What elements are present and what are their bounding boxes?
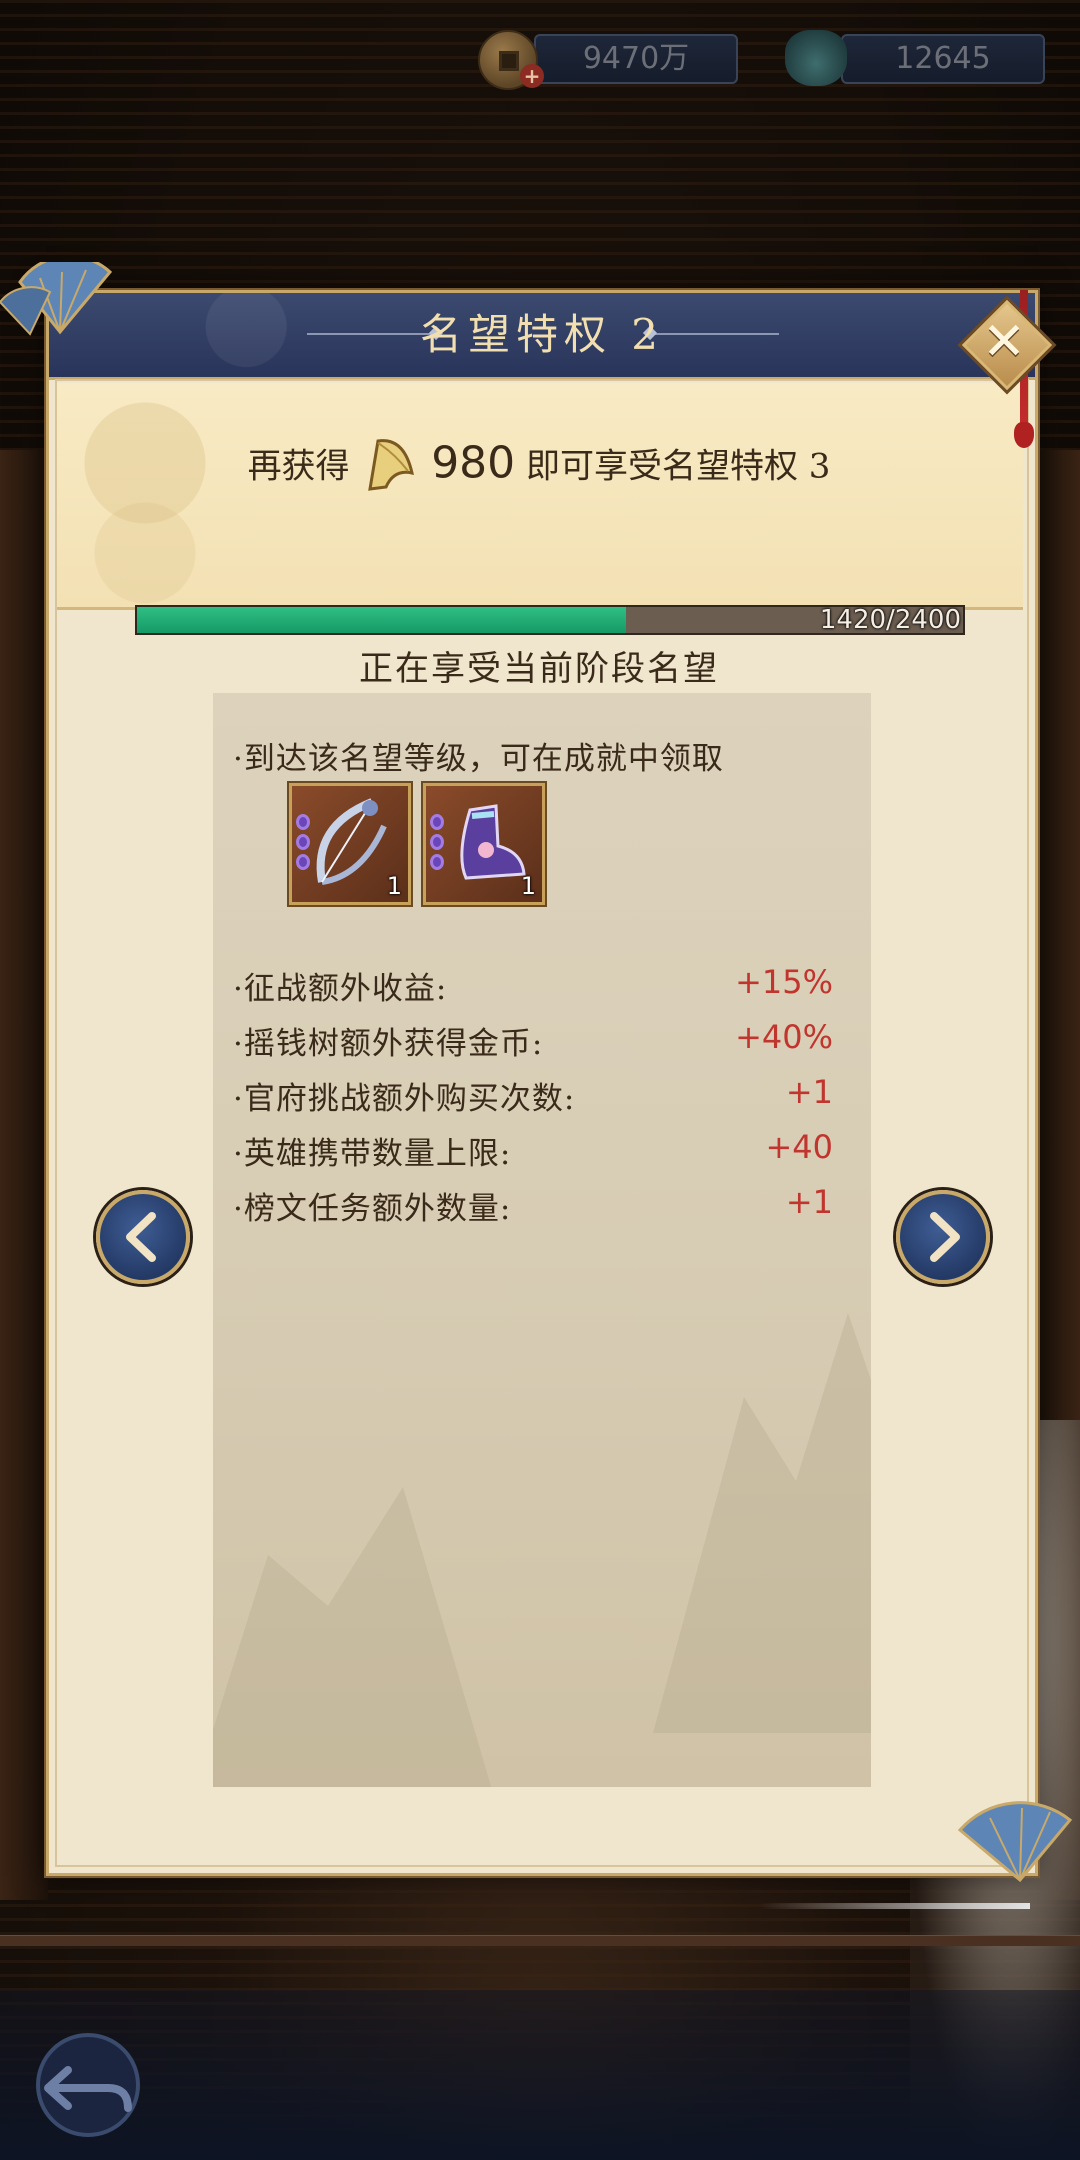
bonus-value: +1 <box>785 1073 833 1111</box>
reward-item-bow[interactable]: 1 <box>289 783 411 905</box>
currency-amount: 12645 <box>841 34 1045 84</box>
close-icon: ✕ <box>982 312 1026 372</box>
bonus-value: +40% <box>735 1018 833 1056</box>
rarity-chain-icon <box>296 814 312 894</box>
gold-resource[interactable]: + 9470万 <box>478 30 748 90</box>
reward-count: 1 <box>520 872 536 900</box>
bonus-label: ·征战额外收益: <box>233 971 448 1007</box>
fan-ornament-icon <box>0 262 113 336</box>
horn-icon <box>368 439 415 491</box>
previous-level-button[interactable] <box>96 1190 190 1284</box>
bonus-label: ·官府挑战额外购买次数: <box>233 1081 576 1117</box>
next-level-button[interactable] <box>896 1190 990 1284</box>
claim-info: ·到达该名望等级，可在成就中领取 <box>233 741 724 777</box>
bonus-row: ·官府挑战额外购买次数: +1 <box>233 1073 833 1123</box>
bonus-label: ·榜文任务额外数量: <box>233 1191 512 1227</box>
dialog-title: 名望特权 2 <box>419 310 665 359</box>
currency-resource[interactable]: 12645 <box>785 30 1045 86</box>
gain-prefix: 再获得 <box>247 446 350 487</box>
prestige-dialog: 名望特权 2 再获得 980 即可享受名望特权 3 1420/2400 正在享受… <box>46 290 1038 1876</box>
gain-suffix: 即可享受名望特权 3 <box>525 446 831 487</box>
add-gold-icon[interactable]: + <box>520 64 544 88</box>
background-band <box>0 1935 1080 1946</box>
current-status: 正在享受当前阶段名望 <box>359 649 719 689</box>
dialog-title-bar: 名望特权 2 <box>49 293 1035 380</box>
gain-amount: 980 <box>431 437 516 489</box>
chevron-right-icon <box>930 1212 960 1262</box>
mountain-decoration <box>213 1487 493 1787</box>
bonus-row: ·摇钱树额外获得金币: +40% <box>233 1018 833 1068</box>
jade-pouch-icon <box>785 30 847 86</box>
chevron-left-icon <box>126 1212 156 1262</box>
bonus-row: ·英雄携带数量上限: +40 <box>233 1128 833 1178</box>
bonus-value: +15% <box>735 963 833 1001</box>
next-level-requirement: 再获得 980 即可享受名望特权 3 <box>55 433 1023 497</box>
progress-fill <box>137 607 626 633</box>
gold-amount: 9470万 <box>534 34 738 84</box>
reward-count: 1 <box>386 872 402 900</box>
background-pillar-left <box>0 450 48 1900</box>
bottom-bar <box>0 1990 1080 2160</box>
bonus-row: ·征战额外收益: +15% <box>233 963 833 1013</box>
progress-text: 1420/2400 <box>819 605 961 635</box>
bonus-label: ·英雄携带数量上限: <box>233 1136 512 1172</box>
progress-header: 再获得 980 即可享受名望特权 3 1420/2400 正在享受当前阶段名望 <box>55 383 1023 689</box>
bonus-value: +40 <box>765 1128 833 1166</box>
back-arrow-icon[interactable] <box>28 2030 148 2140</box>
close-button[interactable]: ✕ <box>957 295 1057 395</box>
bonus-label: ·摇钱树额外获得金币: <box>233 1026 544 1062</box>
privilege-panel: ·到达该名望等级，可在成就中领取 1 1 ·征战额外收益: +15% ·摇钱树额… <box>213 693 871 1787</box>
prestige-progress-bar: 1420/2400 <box>135 605 965 635</box>
bonus-row: ·榜文任务额外数量: +1 <box>233 1183 833 1233</box>
fan-ornament-icon <box>957 1801 1073 1883</box>
decorative-swoosh <box>760 1903 1030 1909</box>
rarity-chain-icon <box>430 814 446 894</box>
reward-item-boots[interactable]: 1 <box>423 783 545 905</box>
bonus-value: +1 <box>785 1183 833 1221</box>
mountain-decoration <box>653 1313 871 1733</box>
